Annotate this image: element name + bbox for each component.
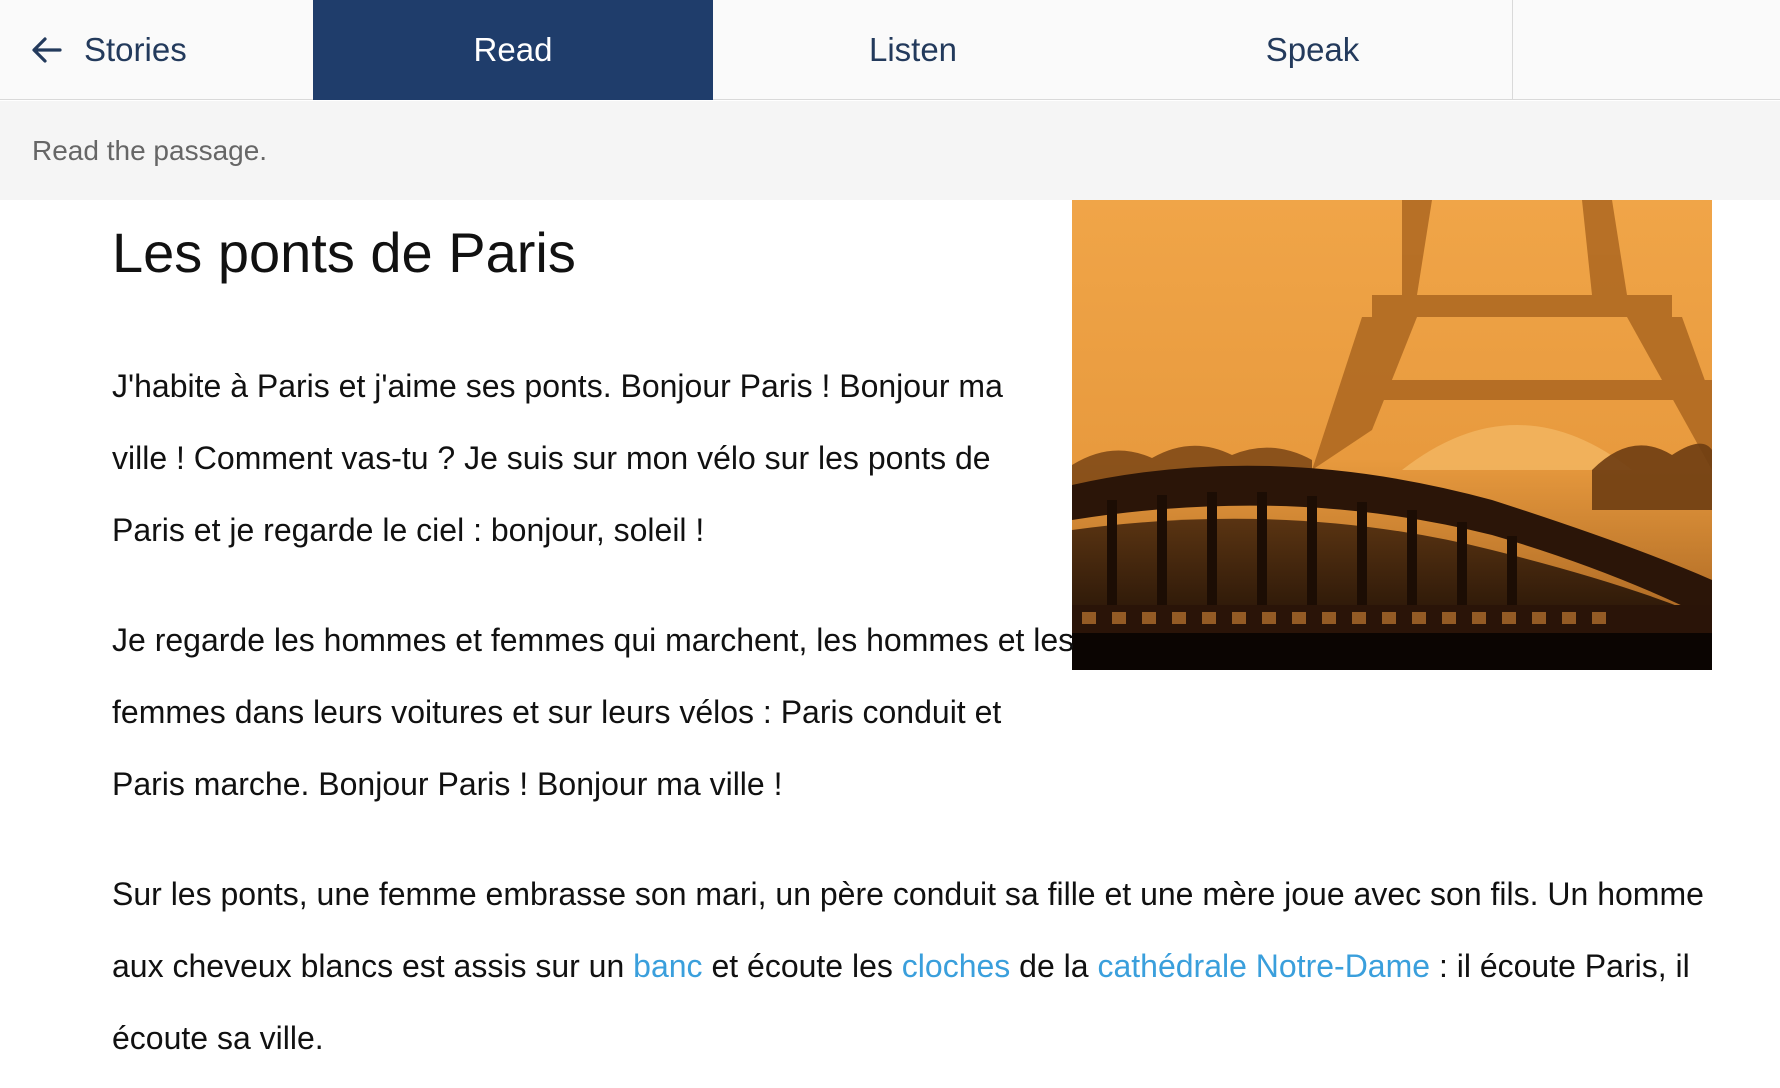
- instruction-text: Read the passage.: [32, 134, 268, 166]
- story-paragraph-2: Je regarde les hommes et femmes qui marc…: [112, 622, 1075, 802]
- story-paragraph-1: J'habite à Paris et j'aime ses ponts. Bo…: [112, 368, 1003, 548]
- top-navigation-bar: Stories Read Listen Speak: [0, 0, 1780, 100]
- vocab-link-banc[interactable]: banc: [633, 948, 702, 984]
- vocab-link-cloches[interactable]: cloches: [902, 948, 1011, 984]
- paragraph-3-text-2: et écoute les: [702, 948, 902, 984]
- arrow-left-icon: [32, 37, 62, 63]
- back-to-stories-button[interactable]: Stories: [0, 0, 313, 100]
- story-content: Les ponts de Paris J'habite à Paris et j…: [112, 200, 1722, 1056]
- story-title: Les ponts de Paris: [112, 221, 576, 284]
- instruction-bar: Read the passage.: [0, 101, 1780, 200]
- tab-read[interactable]: Read: [313, 0, 713, 100]
- paragraph-3-text-3: de la: [1010, 948, 1098, 984]
- vocab-link-cathedrale-notre-dame[interactable]: cathédrale Notre-Dame: [1097, 948, 1430, 984]
- tab-speak[interactable]: Speak: [1113, 0, 1513, 100]
- back-label: Stories: [84, 31, 187, 68]
- story-paragraph-3: Sur les ponts, une femme embrasse son ma…: [112, 858, 1712, 1074]
- tab-listen[interactable]: Listen: [713, 0, 1113, 100]
